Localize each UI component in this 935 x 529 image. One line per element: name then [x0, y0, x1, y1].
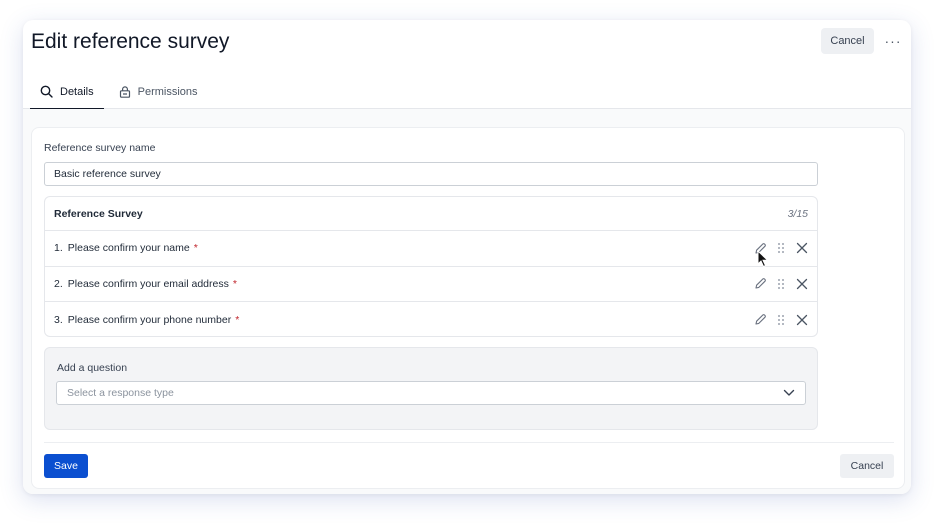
question-row: 1. Please confirm your name *	[45, 231, 817, 267]
drag-handle-icon[interactable]	[774, 313, 788, 327]
question-actions	[753, 302, 809, 338]
response-type-placeholder: Select a response type	[67, 387, 174, 399]
tab-bar: Details Permissions	[30, 74, 208, 110]
footer-divider	[44, 442, 894, 443]
form-panel: Reference survey name Reference Survey 3…	[31, 127, 905, 489]
required-marker: *	[193, 242, 198, 255]
edit-pencil-icon[interactable]	[753, 277, 767, 291]
question-text: Please confirm your phone number	[67, 313, 232, 326]
edit-pencil-icon[interactable]	[753, 313, 767, 327]
response-type-select[interactable]: Select a response type	[56, 381, 806, 405]
question-text: Please confirm your name	[67, 242, 190, 255]
drag-handle-icon[interactable]	[774, 277, 788, 291]
page-title: Edit reference survey	[31, 30, 230, 53]
footer-cancel-button[interactable]: Cancel	[840, 454, 894, 478]
delete-x-icon[interactable]	[795, 241, 809, 255]
tab-permissions[interactable]: Permissions	[109, 74, 208, 109]
question-actions	[753, 267, 809, 302]
search-icon	[40, 85, 53, 98]
survey-name-input[interactable]	[44, 162, 818, 186]
question-list-header: Reference Survey 3/15	[45, 197, 817, 231]
required-marker: *	[235, 313, 240, 326]
question-row: 3. Please confirm your phone number *	[45, 302, 817, 338]
question-row: 2. Please confirm your email address *	[45, 267, 817, 302]
lock-icon	[119, 85, 130, 98]
page-header: Edit reference survey Cancel ··· Details…	[23, 20, 911, 110]
drag-handle-icon[interactable]	[774, 241, 788, 255]
more-options-icon[interactable]: ···	[883, 28, 903, 54]
delete-x-icon[interactable]	[795, 313, 809, 327]
header-cancel-button[interactable]: Cancel	[821, 28, 874, 54]
tab-details-label: Details	[60, 85, 94, 98]
question-number: 1.	[54, 242, 63, 255]
question-text: Please confirm your email address	[67, 277, 229, 290]
tab-details[interactable]: Details	[30, 74, 104, 110]
tab-permissions-label: Permissions	[137, 85, 198, 98]
add-question-label: Add a question	[57, 362, 128, 374]
survey-name-label: Reference survey name	[44, 142, 156, 154]
add-question-panel: Add a question Select a response type	[44, 347, 818, 430]
delete-x-icon[interactable]	[795, 277, 809, 291]
required-marker: *	[232, 277, 237, 290]
content-area: Reference survey name Reference Survey 3…	[23, 109, 911, 494]
save-button[interactable]: Save	[44, 454, 88, 478]
mouse-pointer-icon	[757, 250, 769, 268]
question-list: Reference Survey 3/15 1. Please confirm …	[44, 196, 818, 337]
chevron-down-icon	[783, 389, 795, 396]
question-list-title: Reference Survey	[54, 207, 143, 220]
question-number: 2.	[54, 277, 63, 290]
edit-survey-card: Edit reference survey Cancel ··· Details…	[23, 20, 911, 494]
question-count: 3/15	[787, 207, 808, 220]
question-number: 3.	[54, 313, 63, 326]
